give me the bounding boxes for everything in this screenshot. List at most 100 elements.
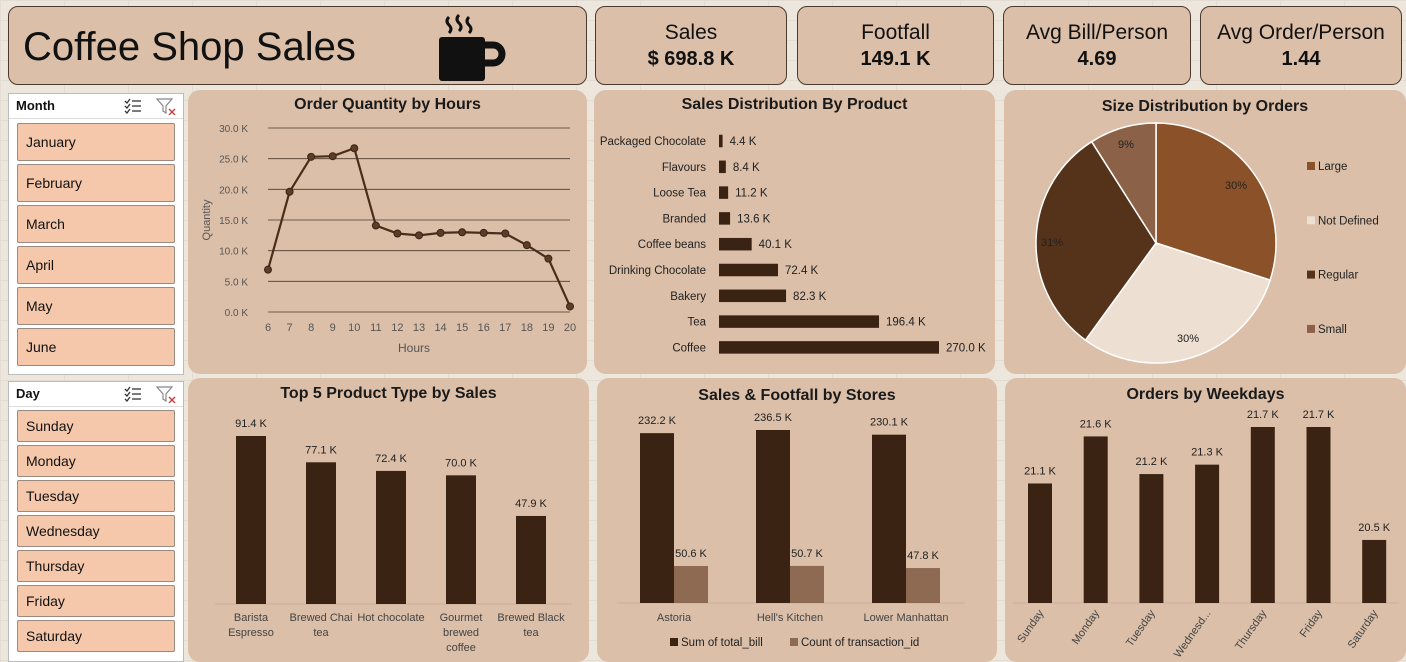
slicer-title: Day: [16, 386, 40, 401]
legend-swatch: [670, 638, 678, 646]
data-label: 20.5 K: [1358, 522, 1390, 534]
data-label: 8.4 K: [733, 162, 760, 174]
y-tick-label: 5.0 K: [225, 277, 249, 288]
bar: [719, 263, 778, 277]
top5-bar-chart: 91.4 K Barista Espresso 77.1 K Brewed Chai te…: [215, 418, 572, 654]
bar: [1028, 483, 1052, 603]
bar: [719, 186, 729, 199]
product-chart-panel: Sales Distribution By Product Packaged C…: [594, 90, 995, 374]
slicer-item-sunday[interactable]: Sunday: [17, 410, 175, 442]
bar: [719, 315, 880, 328]
slicer-item-friday[interactable]: Friday: [17, 585, 175, 617]
bar: [1139, 474, 1164, 603]
bar: [719, 237, 752, 251]
data-point: [264, 265, 272, 274]
data-point: [307, 152, 316, 161]
category-label: Hot chocolate: [357, 612, 424, 624]
slice-label: 30%: [1225, 180, 1247, 192]
data-point: [393, 229, 402, 238]
bar: [719, 341, 939, 354]
x-tick-label: 9: [330, 322, 336, 334]
data-label: 21.7 K: [1303, 409, 1335, 421]
kpi-label: Avg Bill/Person: [1025, 20, 1169, 44]
bar: [674, 565, 708, 603]
bar: [640, 433, 674, 603]
bar: [719, 212, 731, 225]
legend-swatch: [1307, 162, 1315, 170]
x-tick-label: 10: [348, 322, 360, 334]
x-tick-label: 16: [478, 322, 490, 334]
data-point: [436, 228, 445, 237]
category-label: Lower Manhattan: [864, 612, 949, 624]
bar: [306, 462, 336, 604]
x-tick-label: 13: [413, 322, 425, 334]
slicer-item-wednesday[interactable]: Wednesday: [17, 515, 175, 547]
legend-label: Small: [1318, 324, 1347, 336]
category-label: Barista Espresso: [228, 612, 274, 639]
legend-label: Count of transaction_id: [801, 637, 919, 649]
data-point: [371, 221, 380, 230]
category-label: Brewed Black tea: [497, 612, 565, 639]
data-label: 21.2 K: [1135, 456, 1167, 468]
legend-label: Sum of total_bill: [681, 637, 763, 649]
legend-label: Regular: [1318, 270, 1358, 282]
slicer-header: Day: [9, 382, 183, 407]
multi-select-icon[interactable]: [124, 98, 142, 114]
slicer-title: Month: [16, 98, 55, 113]
clear-filter-icon[interactable]: [156, 98, 176, 115]
slicer-item-january[interactable]: January: [17, 123, 175, 161]
data-point: [285, 187, 294, 196]
slicer-item-june[interactable]: June: [17, 328, 175, 366]
weekdays-bar-chart: 21.1 K Sunday 21.6 K Monday 21.2 K Tuesday 21.…: [1013, 409, 1399, 660]
category-label: Wednesd...: [1172, 608, 1214, 660]
slicer-item-tuesday[interactable]: Tuesday: [17, 480, 175, 512]
x-tick-label: 15: [456, 322, 468, 334]
data-point: [415, 231, 423, 240]
data-label: 47.8 K: [907, 550, 939, 562]
bar: [719, 289, 787, 303]
bar: [756, 430, 790, 603]
category-label: Flavours: [662, 162, 706, 174]
category-label: Coffee: [672, 342, 706, 354]
category-label: Astoria: [657, 612, 692, 624]
size-pie-chart: 30% 30% 31% 9% Large Not Defined Regular Small: [1035, 122, 1379, 364]
data-point: [501, 229, 510, 238]
slicer-item-may[interactable]: May: [17, 287, 175, 325]
category-label: Tea: [687, 317, 706, 329]
category-label: Sunday: [1015, 607, 1047, 645]
bar: [1083, 436, 1108, 603]
slice-label: 31%: [1041, 237, 1063, 249]
category-label: Bakery: [670, 291, 706, 303]
slicer-item-saturday[interactable]: Saturday: [17, 620, 175, 652]
data-label: 4.4 K: [730, 136, 757, 148]
clear-filter-icon[interactable]: [156, 386, 176, 403]
multi-select-icon[interactable]: [124, 386, 142, 402]
bar: [376, 470, 406, 604]
y-axis-label: Quantity: [201, 199, 213, 240]
x-tick-label: 8: [308, 322, 314, 334]
kpi-footfall: Footfall 149.1 K: [797, 6, 994, 85]
slicer-item-march[interactable]: March: [17, 205, 175, 243]
data-point: [544, 254, 553, 263]
kpi-value: 4.69: [1077, 47, 1117, 70]
data-point: [522, 241, 531, 250]
slicer-item-april[interactable]: April: [17, 246, 175, 284]
data-label: 21.7 K: [1247, 409, 1279, 421]
data-label: 230.1 K: [870, 417, 909, 429]
bar: [1362, 539, 1387, 603]
x-tick-label: 12: [391, 322, 403, 334]
category-label: Hell's Kitchen: [757, 612, 823, 624]
month-slicer: Month January February March April May J…: [8, 93, 184, 375]
kpi-avg-order: Avg Order/Person 1.44: [1200, 6, 1402, 85]
legend-swatch: [1307, 324, 1315, 333]
slicer-item-monday[interactable]: Monday: [17, 445, 175, 477]
kpi-value: $ 698.8 K: [647, 47, 735, 70]
kpi-value: 1.44: [1281, 47, 1321, 70]
category-label: Drinking Chocolate: [609, 265, 706, 277]
slicer-item-february[interactable]: February: [17, 164, 175, 202]
kpi-value: 149.1 K: [860, 47, 931, 70]
category-label: Branded: [663, 213, 706, 225]
slicer-item-thursday[interactable]: Thursday: [17, 550, 175, 582]
y-tick-label: 0.0 K: [225, 308, 249, 319]
category-label: Tuesday: [1124, 607, 1158, 649]
